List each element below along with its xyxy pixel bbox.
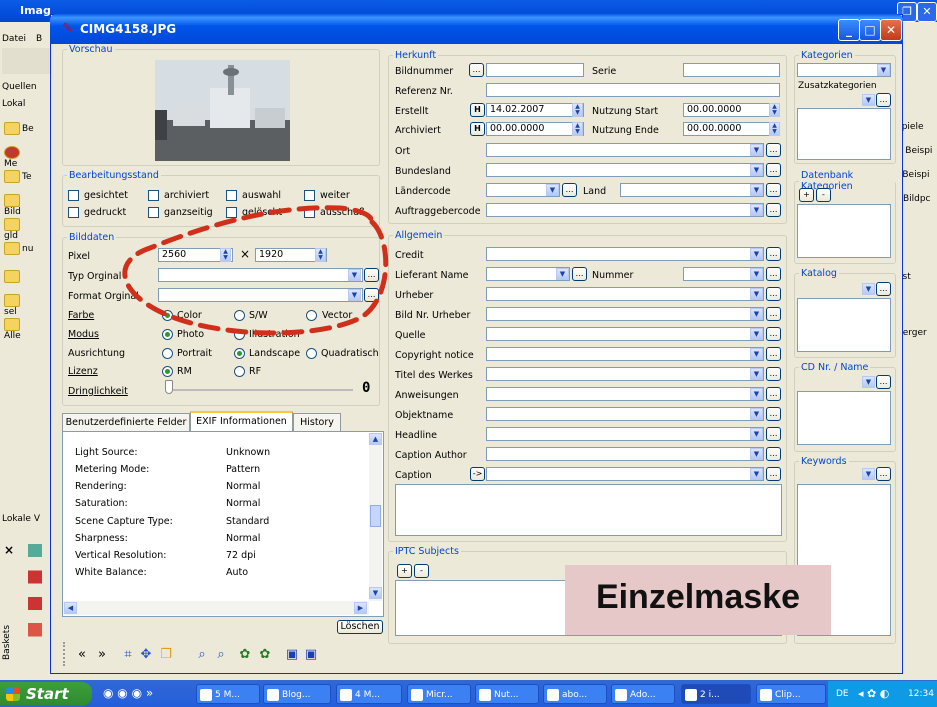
app-icon (479, 689, 491, 701)
taskbar-item[interactable]: 5 M... (196, 684, 260, 704)
overlay-label: Einzelmaske (595, 578, 801, 616)
app-icon (685, 689, 697, 701)
taskbar-item[interactable]: 4 M... (336, 684, 402, 704)
taskbar-item[interactable]: Clip... (756, 684, 826, 704)
tray-icons[interactable]: ◂ ✿ ◐ (858, 687, 889, 700)
app-icon (200, 689, 212, 701)
app-icon (411, 689, 423, 701)
clock: 12:34 (908, 689, 934, 699)
quicklaunch-icons[interactable]: ◉ ◉ ◉ » (103, 686, 173, 704)
taskbar-item[interactable]: abo... (543, 684, 607, 704)
taskbar-item[interactable]: Micr... (407, 684, 471, 704)
taskbar-item[interactable]: Nut... (475, 684, 539, 704)
app-icon (267, 689, 279, 701)
app-icon (340, 689, 352, 701)
system-tray: DE ◂ ✿ ◐ 12:34 (828, 681, 937, 707)
taskbar-item[interactable]: Ado... (611, 684, 675, 704)
language-indicator[interactable]: DE (836, 689, 849, 699)
taskbar-item-active[interactable]: 2 i... (681, 684, 751, 704)
app-icon (547, 689, 559, 701)
app-icon (760, 689, 772, 701)
app-icon (615, 689, 627, 701)
taskbar-item[interactable]: Blog... (263, 684, 331, 704)
windows-logo-icon (6, 687, 20, 701)
annotation-dashed-ellipse (122, 205, 389, 336)
